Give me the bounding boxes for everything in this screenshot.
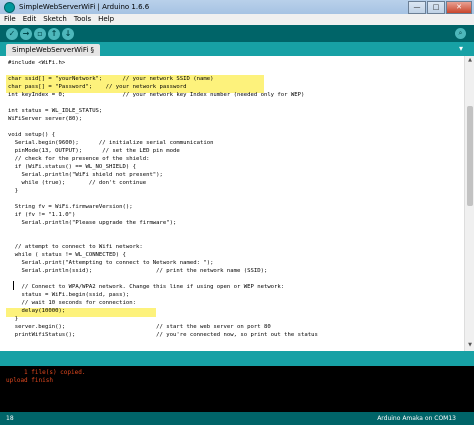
console-line: upload finish [6,377,53,384]
magnifier-icon: ⌕ [458,29,463,37]
arduino-app-icon [4,1,15,13]
menu-tools[interactable]: Tools [70,14,94,25]
editor-scrollbar[interactable]: ▲ ▼ [464,56,474,351]
save-button[interactable]: ↓ [62,27,74,40]
check-icon: ✓ [8,29,16,38]
console-divider[interactable] [0,351,474,366]
open-button[interactable]: ↑ [48,27,60,40]
arrow-right-icon: → [22,29,30,38]
console-output: 1 file(s) copied. upload finish [0,366,474,412]
code-line: printWifiStatus(); // you're connected n… [8,332,318,338]
code-line: Serial.println(ssid); // print the netwo… [8,268,268,274]
close-button[interactable]: ✕ [446,1,472,14]
console-line: 1 file(s) copied. [6,369,86,376]
minimize-button[interactable]: — [408,1,426,14]
tab-menu-icon[interactable]: ▾ [456,44,466,54]
toolbar: ✓ → ▫ ↑ ↓ ⌕ [0,25,474,42]
code-line: while (true); // don't continue [8,180,147,186]
scroll-down-icon[interactable]: ▼ [466,342,474,350]
code-line: } [8,188,19,194]
title-bar[interactable]: SimpleWebServerWiFi | Arduino 1.6.6 — □ … [0,0,474,14]
new-button[interactable]: ▫ [34,27,46,40]
scroll-up-icon[interactable]: ▲ [466,57,474,65]
code-line: WiFiServer server(80); [8,116,83,122]
tab-sketch[interactable]: SimpleWebServerWiFi § [6,44,101,56]
arrow-up-icon: ↑ [50,29,58,38]
board-port: Arduino Amaka on COM13 [377,415,456,422]
serial-monitor-button[interactable]: ⌕ [455,28,466,39]
code-line: Serial.println("Please upgrade the firmw… [8,220,177,226]
code-line: int keyIndex = 0; // your network key In… [8,92,305,98]
code-editor[interactable]: #include <WiFi.h> char ssid[] = "yourNetw… [0,56,464,351]
line-number: 18 [6,415,14,422]
scroll-thumb[interactable] [467,106,473,206]
maximize-button[interactable]: □ [427,1,445,14]
menu-help[interactable]: Help [94,14,117,25]
verify-button[interactable]: ✓ [6,27,18,40]
menu-bar: File Edit Sketch Tools Help [0,14,474,25]
arduino-ide-window: SimpleWebServerWiFi | Arduino 1.6.6 — □ … [0,0,474,425]
menu-file[interactable]: File [0,14,19,25]
code-line: #include <WiFi.h> [8,60,66,66]
menu-sketch[interactable]: Sketch [39,14,70,25]
tab-bar: SimpleWebServerWiFi § ▾ [0,42,474,56]
status-bar: 18 Arduino Amaka on COM13 [0,412,474,425]
menu-edit[interactable]: Edit [19,14,40,25]
arrow-down-icon: ↓ [64,29,72,38]
upload-button[interactable]: → [20,27,32,40]
new-file-icon: ▫ [37,29,43,38]
window-title: SimpleWebServerWiFi | Arduino 1.6.6 [19,3,150,11]
